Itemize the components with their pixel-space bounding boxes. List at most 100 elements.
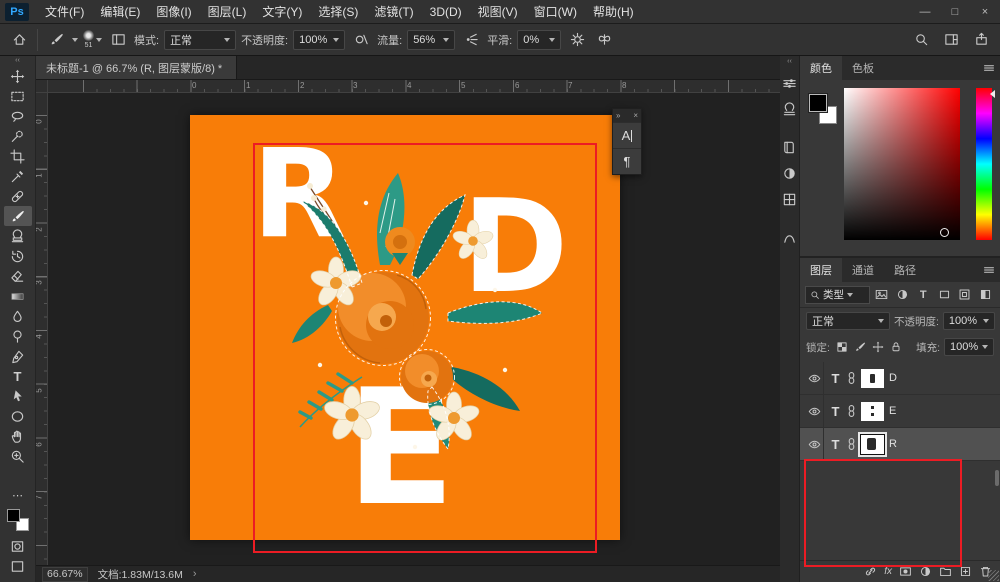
toggle-brush-panel-icon[interactable] <box>107 29 129 51</box>
paragraph-panel-button[interactable]: ¶ <box>613 148 641 174</box>
brush-settings-icon[interactable] <box>781 74 799 92</box>
gear-icon[interactable] <box>566 29 588 51</box>
move-tool[interactable] <box>4 66 32 86</box>
zoom-tool[interactable] <box>4 446 32 466</box>
layer-blend-mode-select[interactable]: 正常 <box>806 312 890 330</box>
quick-mask-button[interactable] <box>4 536 32 556</box>
foreground-color-swatch[interactable] <box>809 94 827 112</box>
tool-preset-caret-icon[interactable] <box>72 38 78 42</box>
toolbar-collapse-icon[interactable]: ‹‹ <box>15 56 20 66</box>
workspace-layout-icon[interactable] <box>940 29 962 51</box>
clone-source-icon[interactable] <box>781 100 799 118</box>
panel-menu-icon[interactable] <box>978 56 1000 80</box>
zoom-level-field[interactable]: 66.67% <box>42 567 88 582</box>
brush-preset-picker[interactable]: 51 <box>83 30 102 49</box>
crop-tool[interactable] <box>4 146 32 166</box>
text-layer-th thumbnail[interactable]: T <box>829 404 842 419</box>
lock-all-icon[interactable] <box>888 339 904 355</box>
hue-slider-marker[interactable] <box>990 90 995 98</box>
new-adjustment-layer-icon[interactable] <box>919 565 932 578</box>
layer-row-d[interactable]: T D <box>800 362 1000 395</box>
minimize-button[interactable]: — <box>910 0 940 23</box>
tab-channels[interactable]: 通道 <box>842 258 884 282</box>
screen-mode-button[interactable] <box>4 556 32 576</box>
mask-link-icon[interactable] <box>847 404 856 418</box>
ellipse-tool[interactable] <box>4 406 32 426</box>
link-layers-icon[interactable] <box>864 565 877 578</box>
layer-mask-thumbnail[interactable] <box>861 402 884 421</box>
layer-row-e[interactable]: T E <box>800 395 1000 428</box>
tab-swatches[interactable]: 色板 <box>842 56 884 80</box>
tab-paths[interactable]: 路径 <box>884 258 926 282</box>
maximize-button[interactable]: □ <box>940 0 970 23</box>
lock-transparency-icon[interactable] <box>834 339 850 355</box>
paint-symmetry-icon[interactable] <box>593 29 615 51</box>
layer-row-r[interactable]: T R <box>800 428 1000 461</box>
lasso-tool[interactable] <box>4 106 32 126</box>
share-icon[interactable] <box>970 29 992 51</box>
new-group-icon[interactable] <box>939 565 952 578</box>
quick-selection-tool[interactable] <box>4 126 32 146</box>
curves-icon[interactable] <box>781 228 799 246</box>
lock-pixels-icon[interactable] <box>852 339 868 355</box>
close-button[interactable]: × <box>970 0 1000 23</box>
menu-file[interactable]: 文件(F) <box>37 3 92 20</box>
libraries-icon[interactable] <box>781 138 799 156</box>
menu-3d[interactable]: 3D(D) <box>422 5 470 19</box>
home-icon[interactable] <box>8 29 30 51</box>
styles-icon[interactable] <box>781 190 799 208</box>
blend-mode-select[interactable]: 正常 <box>164 30 236 50</box>
spot-healing-brush-tool[interactable] <box>4 186 32 206</box>
tab-color[interactable]: 颜色 <box>800 56 842 80</box>
visibility-toggle[interactable] <box>806 362 824 394</box>
path-selection-tool[interactable] <box>4 386 32 406</box>
filter-pixel-layers-icon[interactable] <box>872 286 891 303</box>
layer-mask-thumbnail[interactable] <box>861 369 884 388</box>
search-icon[interactable] <box>910 29 932 51</box>
mask-link-icon[interactable] <box>847 371 856 385</box>
menu-layer[interactable]: 图层(L) <box>200 3 255 20</box>
adjustments-icon[interactable] <box>781 164 799 182</box>
edit-toolbar-button[interactable]: ⋯ <box>12 490 23 504</box>
history-brush-tool[interactable] <box>4 246 32 266</box>
panel-scrollbar-thumb[interactable] <box>995 470 999 486</box>
blur-tool[interactable] <box>4 306 32 326</box>
layer-name[interactable]: E <box>889 405 896 417</box>
foreground-color-swatch[interactable] <box>7 509 20 522</box>
close-icon[interactable]: × <box>633 111 638 120</box>
pen-tool[interactable] <box>4 346 32 366</box>
window-resize-grip[interactable] <box>988 570 999 581</box>
add-layer-mask-icon[interactable] <box>899 565 912 578</box>
layer-style-fx-icon[interactable]: fx <box>884 566 892 577</box>
text-layer-thumbnail[interactable]: T <box>829 371 842 386</box>
brush-preset-caret-icon[interactable] <box>96 38 102 42</box>
filter-smart-objects-icon[interactable] <box>955 286 974 303</box>
new-layer-icon[interactable] <box>959 565 972 578</box>
filter-toggle-icon[interactable] <box>976 286 995 303</box>
expand-panel-icon[interactable]: » <box>616 111 620 120</box>
layer-mask-thumbnail-selected[interactable] <box>861 435 884 454</box>
layer-name[interactable]: D <box>889 372 897 384</box>
menu-edit[interactable]: 编辑(E) <box>92 3 148 20</box>
menu-filter[interactable]: 滤镜(T) <box>366 3 421 20</box>
dodge-tool[interactable] <box>4 326 32 346</box>
type-tool[interactable]: T <box>4 366 32 386</box>
mask-link-icon[interactable] <box>847 437 856 451</box>
hand-tool[interactable] <box>4 426 32 446</box>
panel-menu-icon[interactable] <box>978 258 1000 282</box>
menu-type[interactable]: 文字(Y) <box>254 3 310 20</box>
current-tool-brush-icon[interactable] <box>45 29 67 51</box>
filter-type-layers-icon[interactable]: T <box>914 286 933 303</box>
eraser-tool[interactable] <box>4 266 32 286</box>
visibility-toggle[interactable] <box>806 428 824 460</box>
status-chevron-icon[interactable]: › <box>193 568 197 580</box>
menu-view[interactable]: 视图(V) <box>470 3 526 20</box>
visibility-toggle[interactable] <box>806 395 824 427</box>
menu-window[interactable]: 窗口(W) <box>526 3 585 20</box>
color-cursor[interactable] <box>940 228 949 237</box>
fill-select[interactable]: 100% <box>944 338 994 356</box>
layer-name[interactable]: R <box>889 438 897 450</box>
character-panel-button[interactable]: A <box>613 122 641 148</box>
menu-select[interactable]: 选择(S) <box>310 3 366 20</box>
lock-position-icon[interactable] <box>870 339 886 355</box>
